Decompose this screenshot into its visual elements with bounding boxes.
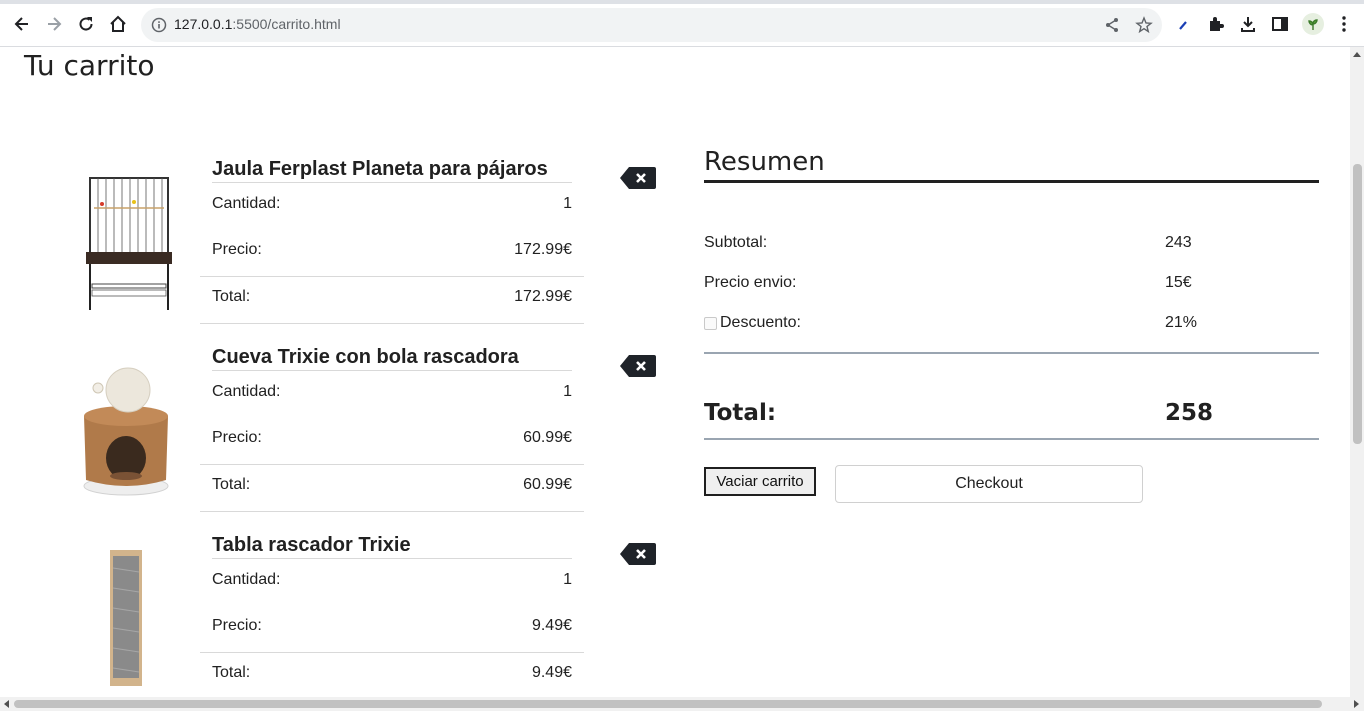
summary-title: Resumen (704, 147, 825, 177)
backspace-delete-icon[interactable] (619, 354, 657, 378)
quantity-value: 1 (563, 571, 572, 588)
discount-label: Descuento: (720, 314, 801, 331)
item-total-value: 9.49€ (531, 664, 572, 681)
star-icon[interactable] (1135, 16, 1153, 34)
cart-item: Tabla rascador Trixie Cantidad: 1 Precio… (0, 534, 680, 697)
quantity-row: Cantidad: 1 (212, 383, 572, 401)
summary-title-rule (704, 180, 1319, 183)
home-button[interactable] (106, 12, 130, 36)
item-total-label: Total: (212, 476, 251, 493)
backspace-delete-icon[interactable] (619, 166, 657, 190)
shipping-value: 15€ (1165, 274, 1192, 291)
scroll-left-arrow-icon[interactable] (4, 700, 9, 708)
price-value: 9.49€ (531, 617, 572, 634)
price-row: Precio: 9.49€ (212, 617, 572, 635)
scroll-right-arrow-icon[interactable] (1354, 700, 1359, 708)
product-image-cat-cave (83, 367, 169, 496)
divider (200, 652, 584, 653)
empty-cart-button[interactable]: Vaciar carrito (704, 467, 816, 496)
subtotal-label: Subtotal: (704, 234, 768, 251)
cart-item: Cueva Trixie con bola rascadora Cantidad… (0, 346, 680, 534)
page-title: Tu carrito (24, 49, 155, 82)
grand-total-value: 258 (1165, 400, 1214, 426)
subtotal-value: 243 (1165, 234, 1192, 251)
price-row: Precio: 60.99€ (212, 429, 572, 447)
item-total-row: Total: 9.49€ (212, 664, 572, 682)
price-value: 60.99€ (523, 429, 572, 446)
discount-value: 21% (1165, 314, 1198, 331)
quantity-label: Cantidad: (212, 383, 281, 400)
divider (200, 323, 584, 324)
pen-extension-icon[interactable] (1174, 14, 1194, 34)
profile-plant-icon (1308, 19, 1318, 30)
price-label: Precio: (212, 617, 262, 634)
arrow-right-icon (48, 17, 62, 31)
shipping-label: Precio envio: (704, 274, 797, 291)
divider (200, 511, 584, 512)
horizontal-scroll-thumb[interactable] (14, 700, 1322, 708)
divider (200, 276, 584, 277)
discount-checkbox[interactable] (704, 317, 717, 330)
side-panel-icon[interactable] (1270, 14, 1290, 34)
avatar[interactable] (1302, 13, 1324, 35)
page-viewport: Tu carrito Jaula Ferplast Planeta para p… (0, 47, 1350, 697)
vertical-scroll-thumb[interactable] (1353, 164, 1362, 444)
vertical-scrollbar[interactable] (1350, 47, 1364, 697)
item-total-value: 172.99€ (514, 288, 572, 305)
address-bar[interactable]: 127.0.0.1:5500/carrito.html (141, 8, 1162, 42)
item-total-row: Total: 172.99€ (212, 288, 572, 306)
summary-divider (704, 352, 1319, 354)
url-host: 127.0.0.1 (174, 16, 233, 32)
product-name: Cueva Trixie con bola rascadora (212, 346, 572, 371)
product-image-scratch-board (110, 550, 142, 686)
backspace-delete-icon[interactable] (619, 542, 657, 566)
url-path: :5500/carrito.html (232, 16, 341, 32)
share-icon[interactable] (1103, 16, 1121, 34)
product-name: Tabla rascador Trixie (212, 534, 572, 559)
forward-button[interactable] (42, 12, 66, 36)
reload-button[interactable] (74, 12, 98, 36)
download-icon[interactable] (1238, 14, 1258, 34)
price-row: Precio: 172.99€ (212, 241, 572, 259)
quantity-label: Cantidad: (212, 195, 281, 212)
reload-icon (79, 17, 93, 31)
horizontal-scrollbar[interactable] (0, 697, 1364, 711)
tab-strip (0, 0, 1364, 4)
price-label: Precio: (212, 429, 262, 446)
scroll-up-arrow-icon[interactable] (1353, 52, 1361, 57)
checkout-button[interactable]: Checkout (835, 465, 1143, 503)
summary-divider (704, 438, 1319, 440)
product-name: Jaula Ferplast Planeta para pájaros (212, 158, 572, 183)
item-total-row: Total: 60.99€ (212, 476, 572, 494)
url-text[interactable]: 127.0.0.1:5500/carrito.html (174, 16, 341, 32)
browser-toolbar: 127.0.0.1:5500/carrito.html (0, 0, 1364, 47)
quantity-value: 1 (563, 383, 572, 400)
back-button[interactable] (10, 12, 34, 36)
price-value: 172.99€ (514, 241, 572, 258)
home-icon (110, 15, 126, 32)
quantity-row: Cantidad: 1 (212, 571, 572, 589)
price-label: Precio: (212, 241, 262, 258)
item-total-value: 60.99€ (523, 476, 572, 493)
arrow-left-icon (14, 17, 28, 31)
grand-total-label: Total: (704, 400, 777, 426)
puzzle-icon[interactable] (1206, 14, 1226, 34)
kebab-menu-icon[interactable] (1334, 14, 1354, 34)
product-image-bird-cage (86, 177, 172, 310)
quantity-value: 1 (563, 195, 572, 212)
quantity-label: Cantidad: (212, 571, 281, 588)
quantity-row: Cantidad: 1 (212, 195, 572, 213)
info-icon[interactable] (150, 16, 168, 34)
divider (200, 464, 584, 465)
item-total-label: Total: (212, 664, 251, 681)
cart-item: Jaula Ferplast Planeta para pájaros Cant… (0, 158, 680, 346)
item-total-label: Total: (212, 288, 251, 305)
